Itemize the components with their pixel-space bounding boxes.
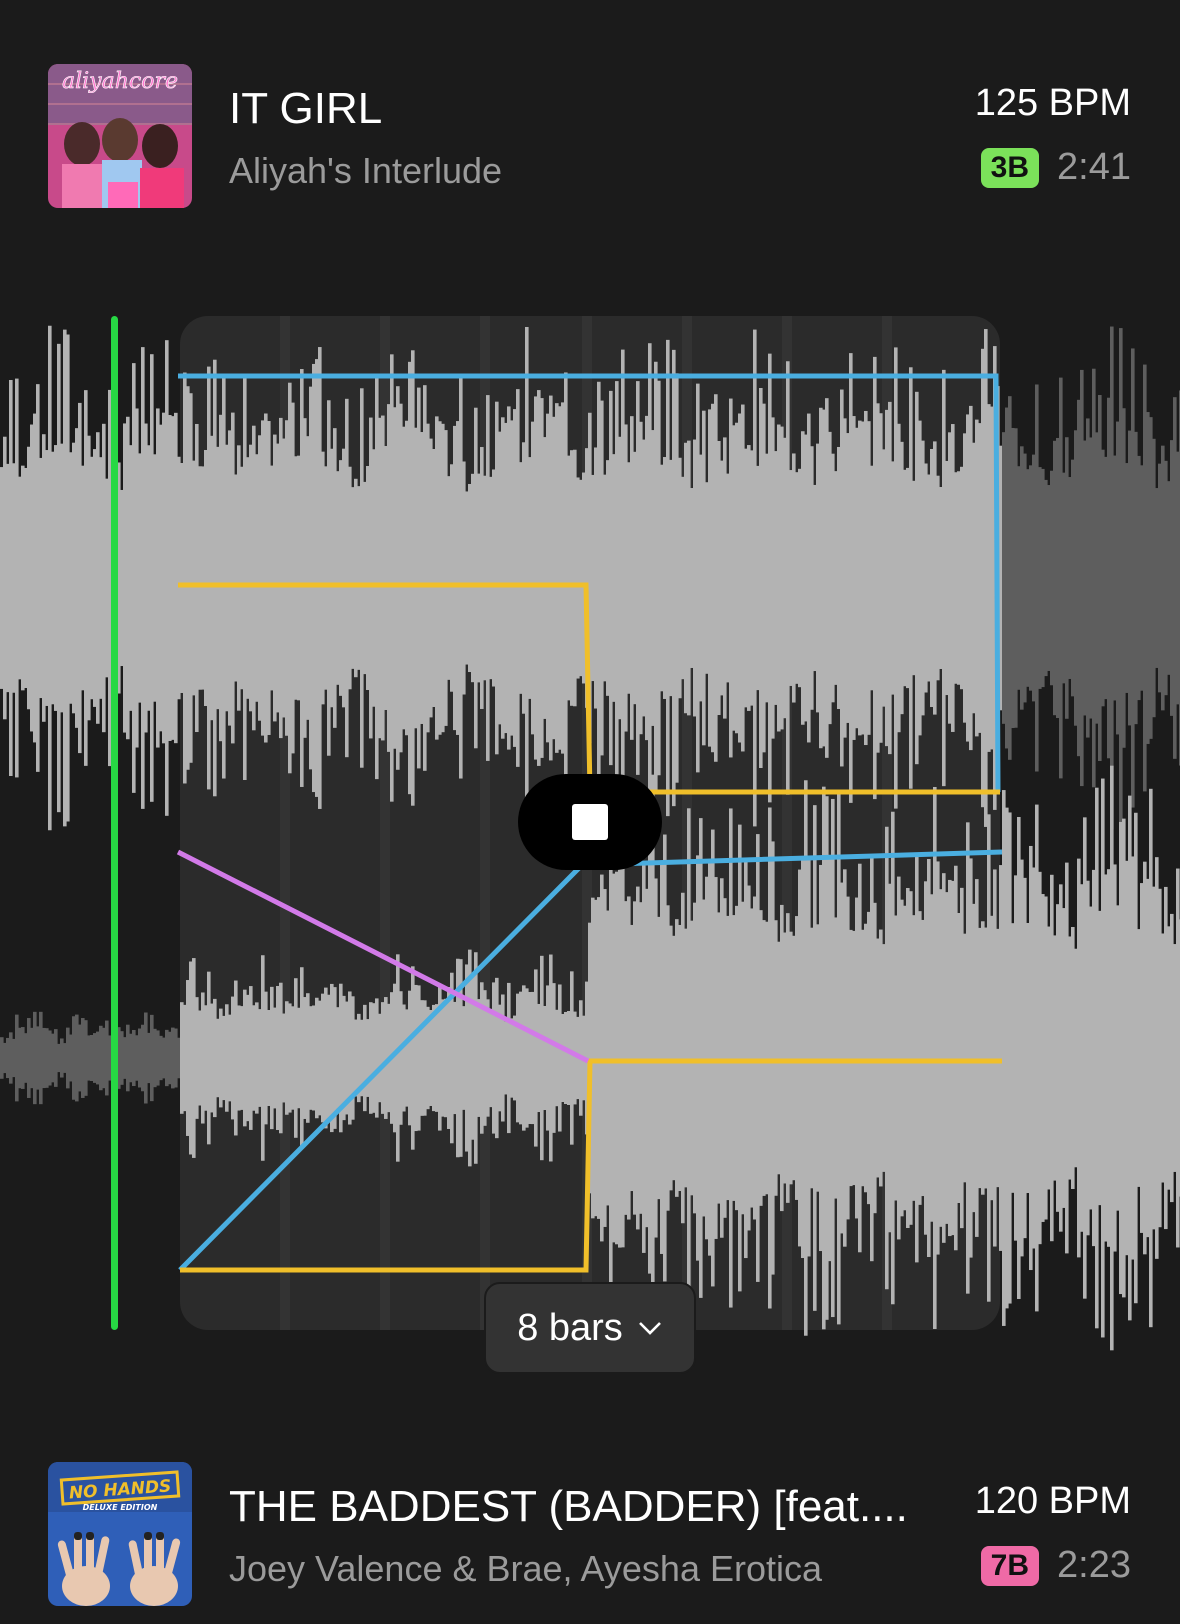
track-duration: 2:23: [1057, 1544, 1131, 1586]
stop-icon: [572, 804, 608, 840]
track-bpm: 125 BPM: [974, 82, 1131, 124]
transition-length-label: 8 bars: [517, 1306, 623, 1349]
track-bpm: 120 BPM: [974, 1480, 1131, 1522]
key-badge: 3B: [980, 147, 1040, 188]
chevron-down-icon: [638, 1322, 661, 1335]
transition-editor[interactable]: 8 bars: [0, 300, 1180, 1380]
track-artist: Aliyah's Interlude: [229, 150, 503, 191]
next-track-row[interactable]: NO HANDS DELUXE EDITION THE BADDEST (BAD…: [0, 1460, 1180, 1610]
current-track-row[interactable]: aliyahcore IT GIRL Aliyah's Interlude 12…: [0, 62, 1180, 212]
stop-button[interactable]: [518, 774, 662, 870]
track-title: IT GIRL: [229, 84, 383, 133]
track-duration: 2:41: [1057, 146, 1131, 188]
key-badge: 7B: [980, 1545, 1040, 1586]
track-title: THE BADDEST (BADDER) [feat....: [229, 1482, 908, 1531]
track-artist: Joey Valence & Brae, Ayesha Erotica: [229, 1548, 823, 1589]
playhead[interactable]: [111, 316, 118, 1330]
svg-text:aliyahcore: aliyahcore: [62, 69, 178, 94]
transition-length-dropdown[interactable]: 8 bars: [484, 1282, 696, 1374]
album-art-it-girl: aliyahcore: [48, 64, 192, 208]
album-art-no-hands: NO HANDS DELUXE EDITION: [48, 1462, 192, 1606]
svg-text:DELUXE EDITION: DELUXE EDITION: [83, 1503, 158, 1512]
